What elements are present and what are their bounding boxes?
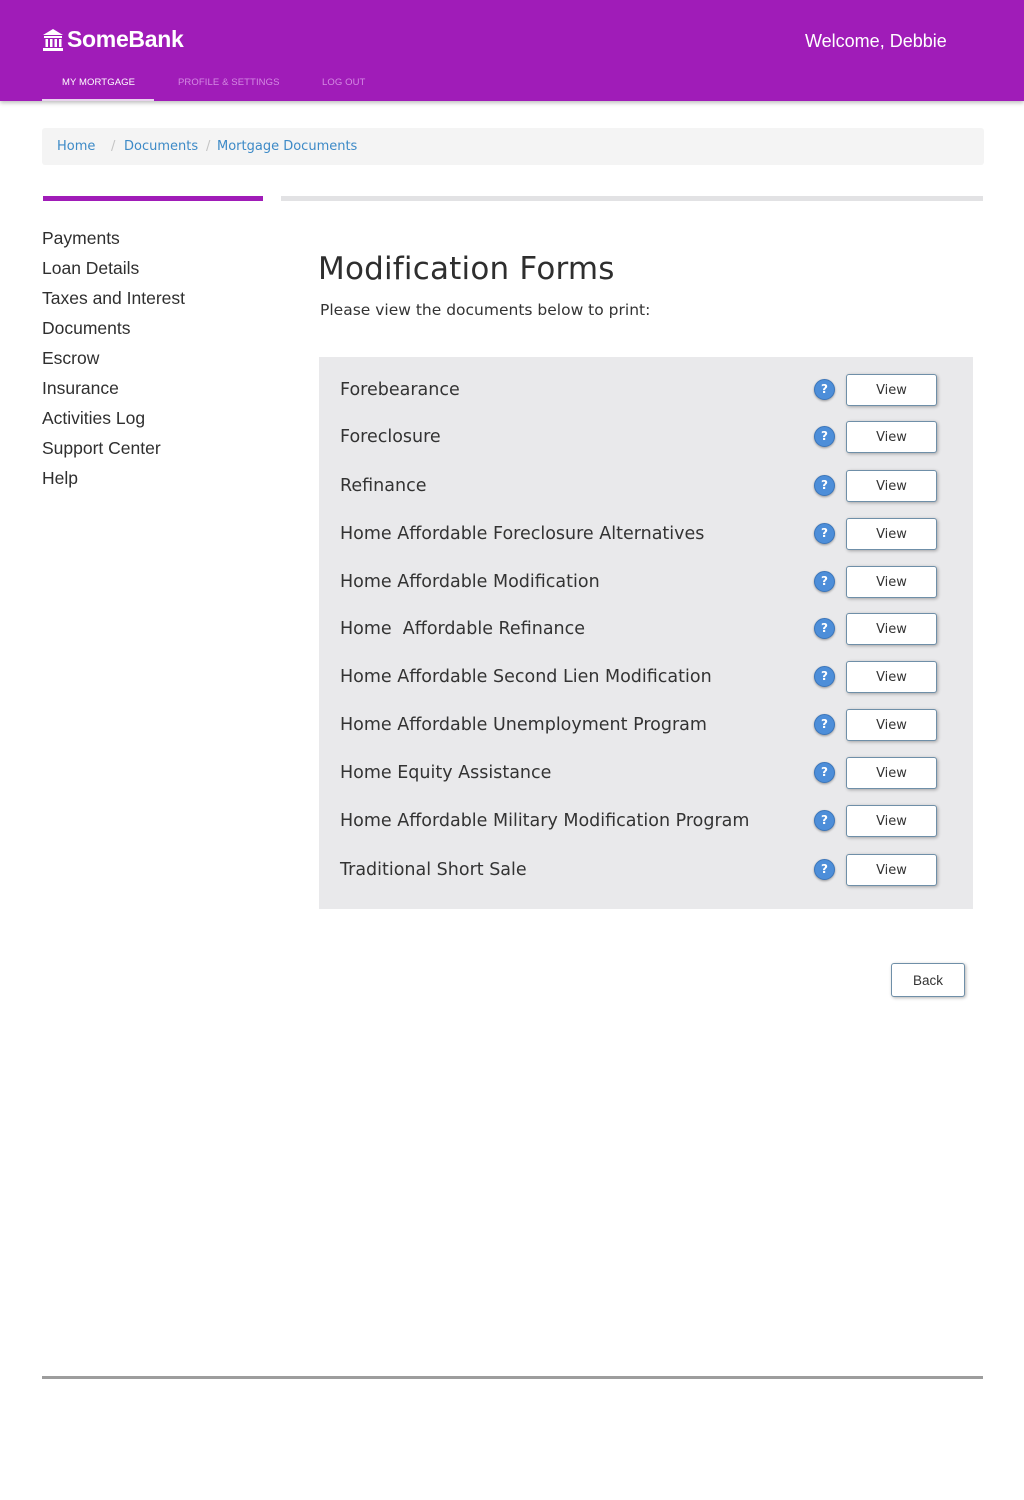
sidebar-item-payments[interactable]: Payments (42, 225, 272, 255)
document-label: Home Affordable Modification (340, 572, 600, 592)
help-icon[interactable]: ? (814, 426, 835, 447)
sidebar-item-help[interactable]: Help (42, 465, 272, 495)
page-subtitle: Please view the documents below to print… (320, 301, 651, 319)
document-label: Forebearance (340, 380, 460, 400)
document-list: Forebearance ? View Foreclosure ? View R… (319, 357, 973, 909)
document-row: Traditional Short Sale ? View (319, 854, 973, 902)
sidebar-accent-bar (43, 196, 263, 201)
document-label: Refinance (340, 476, 427, 496)
document-label: Home Affordable Refinance (340, 619, 586, 639)
back-button[interactable]: Back (891, 963, 965, 997)
sidebar-item-documents[interactable]: Documents (42, 315, 272, 345)
help-icon[interactable]: ? (814, 523, 835, 544)
sidebar-item-taxes-and-interest[interactable]: Taxes and Interest (42, 285, 272, 315)
help-icon[interactable]: ? (814, 859, 835, 880)
sidebar-item-escrow[interactable]: Escrow (42, 345, 272, 375)
document-label: Home Affordable Second Lien Modification (340, 667, 712, 687)
view-button[interactable]: View (846, 854, 937, 886)
document-label: Foreclosure (340, 427, 441, 447)
document-row: Home Affordable Unemployment Program ? V… (319, 709, 973, 757)
tab-log-out[interactable]: LOG OUT (322, 66, 365, 101)
view-button[interactable]: View (846, 470, 937, 502)
sidebar-item-loan-details[interactable]: Loan Details (42, 255, 272, 285)
document-row: Refinance ? View (319, 470, 973, 518)
document-label: Home Equity Assistance (340, 763, 552, 783)
help-icon[interactable]: ? (814, 475, 835, 496)
footer-divider (42, 1376, 983, 1379)
sidebar-nav: Payments Loan Details Taxes and Interest… (42, 225, 272, 495)
view-button[interactable]: View (846, 374, 937, 406)
tab-my-mortgage[interactable]: MY MORTGAGE (42, 66, 154, 101)
document-label: Home Affordable Foreclosure Alternatives (340, 524, 705, 544)
document-label: Home Affordable Unemployment Program (340, 715, 707, 735)
document-row: Foreclosure ? View (319, 421, 973, 469)
view-button[interactable]: View (846, 709, 937, 741)
breadcrumb-documents[interactable]: Documents (124, 139, 198, 154)
view-button[interactable]: View (846, 421, 937, 453)
brand-name: SomeBank (67, 26, 184, 52)
view-button[interactable]: View (846, 566, 937, 598)
breadcrumb-mortgage-documents[interactable]: Mortgage Documents (217, 139, 357, 154)
view-button[interactable]: View (846, 805, 937, 837)
breadcrumb-separator: / (206, 139, 211, 154)
help-icon[interactable]: ? (814, 666, 835, 687)
view-button[interactable]: View (846, 661, 937, 693)
breadcrumb-separator: / (111, 139, 116, 154)
view-button[interactable]: View (846, 613, 937, 645)
sidebar-item-support-center[interactable]: Support Center (42, 435, 272, 465)
document-label: Home Affordable Military Modification Pr… (340, 811, 750, 831)
help-icon[interactable]: ? (814, 571, 835, 592)
sidebar-item-activities-log[interactable]: Activities Log (42, 405, 272, 435)
help-icon[interactable]: ? (814, 618, 835, 639)
view-button[interactable]: View (846, 757, 937, 789)
document-row: Home Affordable Second Lien Modification… (319, 661, 973, 709)
welcome-message: Welcome, Debbie (805, 31, 947, 51)
help-icon[interactable]: ? (814, 762, 835, 783)
content-divider-bar (281, 196, 983, 201)
document-row: Home Affordable Military Modification Pr… (319, 805, 973, 853)
brand-logo[interactable]: SomeBank (42, 26, 184, 53)
breadcrumb-home[interactable]: Home (57, 139, 95, 154)
tab-profile-settings[interactable]: PROFILE & SETTINGS (178, 66, 280, 101)
sidebar-item-insurance[interactable]: Insurance (42, 375, 272, 405)
document-row: Home Affordable Foreclosure Alternatives… (319, 518, 973, 566)
document-label: Traditional Short Sale (340, 860, 527, 880)
help-icon[interactable]: ? (814, 810, 835, 831)
document-row: Forebearance ? View (319, 374, 973, 422)
document-row: Home Affordable Modification ? View (319, 566, 973, 614)
document-row: Home Equity Assistance ? View (319, 757, 973, 805)
document-row: Home Affordable Refinance ? View (319, 613, 973, 661)
help-icon[interactable]: ? (814, 379, 835, 400)
view-button[interactable]: View (846, 518, 937, 550)
top-header: SomeBank Welcome, Debbie MY MORTGAGE PRO… (0, 0, 1024, 101)
page-title: Modification Forms (318, 251, 615, 287)
bank-building-icon (43, 28, 63, 51)
breadcrumb: Home / Documents / Mortgage Documents (42, 128, 984, 165)
help-icon[interactable]: ? (814, 714, 835, 735)
